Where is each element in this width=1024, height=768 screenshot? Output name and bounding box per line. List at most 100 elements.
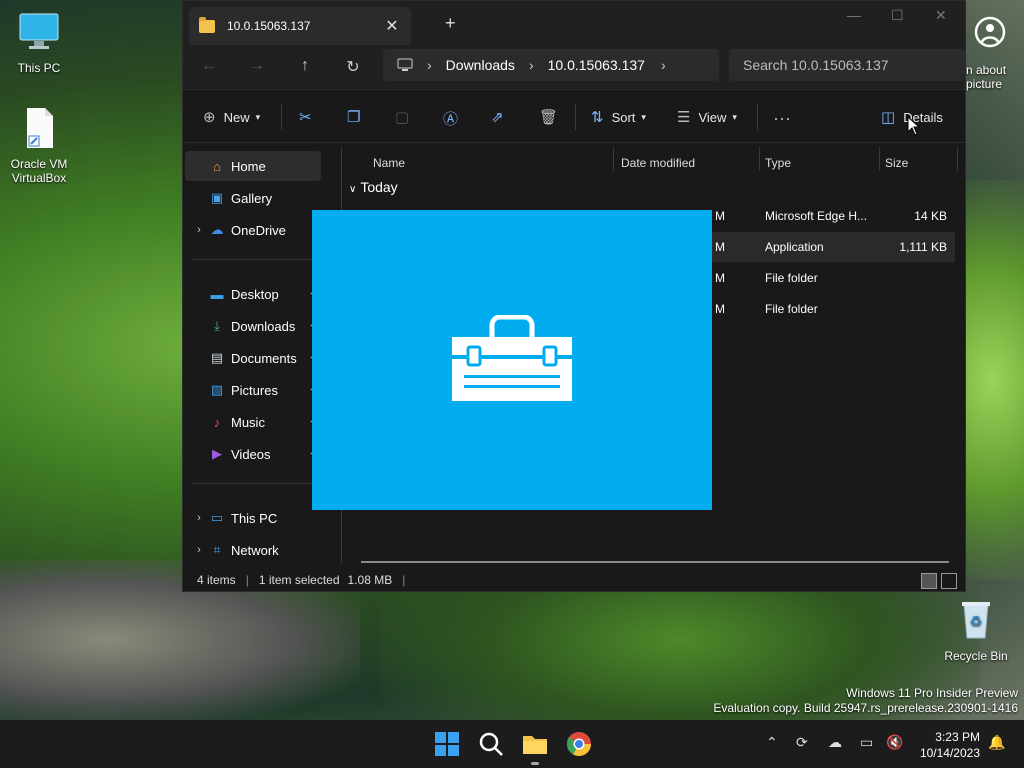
paste-button[interactable]: ▢ [395,108,417,126]
desktop-icon-label: This PC [17,61,61,75]
system-clock[interactable]: 3:23 PM 10/14/2023 [920,729,980,761]
tiles-view-button[interactable] [941,573,957,589]
expand-chevron-icon[interactable]: › [189,512,209,524]
rename-button[interactable]: Ⓐ [443,108,466,129]
refresh-button[interactable]: ↻ [341,57,365,77]
cell-date: M [715,240,725,254]
gallery-icon: ▣ [210,190,224,205]
address-bar[interactable]: › Downloads › 10.0.15063.137 › [383,49,719,81]
nav-item-downloads[interactable]: ⤓ Downloads✦ [185,311,321,341]
nav-label: Downloads [231,318,296,334]
windows-start-icon[interactable] [433,730,461,758]
home-icon: ⌂ [213,158,221,174]
desktop-icon-label: Oracle VM VirtualBox [10,157,68,185]
cell-date: M [715,271,725,285]
back-button[interactable]: ← [197,57,221,75]
chevron-down-icon: ∨ [349,184,357,195]
cell-type: Application [765,240,824,254]
nav-label: Network [231,542,279,558]
search-input[interactable]: Search 10.0.15063.137 [729,49,965,81]
monitor-icon: ▭ [210,510,224,525]
new-tab-button[interactable]: + [445,13,456,34]
sort-button[interactable]: ⇅ Sort ▾ [591,108,646,126]
status-size: 1.08 MB [347,573,393,587]
cell-type: File folder [765,302,818,316]
nav-item-network[interactable]: › ⌗ Network [185,535,321,565]
cell-type: Microsoft Edge H... [765,209,868,223]
view-list-icon: ☰ [677,109,691,126]
maximize-button[interactable]: ☐ [891,7,904,24]
file-explorer-taskbar-icon[interactable] [521,730,549,758]
chevron-right-icon: › [427,57,432,73]
copy-button[interactable]: ❐ [347,108,368,126]
up-button[interactable]: ↑ [293,57,317,75]
column-header-date[interactable]: Date modified [621,151,695,175]
forward-button[interactable]: → [245,57,269,75]
close-tab-icon[interactable]: ✕ [383,16,401,36]
details-view-button[interactable] [921,573,937,589]
status-bar: 4 items | 1 item selected 1.08 MB | [183,569,965,591]
minimize-button[interactable]: — [847,7,861,23]
clock-time: 3:23 PM [935,730,980,744]
nav-item-videos[interactable]: ▶ Videos✦ [185,439,321,469]
expand-chevron-icon[interactable]: › [189,224,209,236]
nav-item-pictures[interactable]: ▨ Pictures✦ [185,375,321,405]
app-splash-screen [312,210,712,510]
document-icon: ▤ [210,350,224,365]
nav-item-home[interactable]: ⌂ Home [185,151,321,181]
column-header-type[interactable]: Type [765,151,791,175]
svg-text:♻: ♻ [970,614,983,630]
chevron-down-icon: ▾ [255,111,261,122]
more-options-button[interactable]: ··· [773,108,799,129]
sync-icon[interactable]: ⟳ [796,734,808,751]
onedrive-tray-icon[interactable]: ☁ [828,734,842,751]
network-tray-icon[interactable]: ▭ [860,734,873,751]
nav-label: Desktop [231,286,279,302]
tab-bar: 10.0.15063.137 ✕ + — ☐ ✕ [183,1,965,49]
network-icon: ⌗ [213,542,221,557]
notification-bell-icon[interactable]: 🔔 [988,734,1005,751]
column-header-size[interactable]: Size [885,151,908,175]
tab-current[interactable]: 10.0.15063.137 ✕ [189,7,411,45]
close-window-button[interactable]: ✕ [935,7,947,24]
nav-item-this-pc[interactable]: › ▭ This PC [185,503,321,533]
nav-label: Videos [231,446,271,462]
desktop-icon-this-pc[interactable]: This PC [3,10,75,75]
nav-item-desktop[interactable]: ▬ Desktop✦ [185,279,321,309]
volume-muted-icon[interactable]: 🔇 [886,734,903,751]
chrome-icon[interactable] [565,730,593,758]
expand-chevron-icon[interactable]: › [189,544,209,556]
cut-button[interactable]: ✂ [299,108,320,126]
desktop-icon-recycle-bin[interactable]: ♻ Recycle Bin [940,598,1012,663]
column-header-name[interactable]: Name [373,151,405,175]
paste-icon: ▢ [395,109,410,126]
new-button[interactable]: ⊕ New ▾ [203,108,260,126]
nav-label: Documents [231,350,297,366]
search-icon[interactable] [477,730,505,758]
desktop-icon-virtualbox[interactable]: Oracle VM VirtualBox [3,106,75,185]
nav-item-documents[interactable]: ▤ Documents✦ [185,343,321,373]
recycle-bin-icon: ♻ [962,602,990,639]
rename-icon: Ⓐ [443,111,459,128]
ellipsis-icon: ··· [773,108,791,128]
share-button[interactable]: ⇗ [491,108,512,126]
breadcrumb-downloads[interactable]: Downloads [446,57,515,73]
breadcrumb-folder[interactable]: 10.0.15063.137 [548,57,645,73]
sort-label: Sort [611,109,636,125]
view-button[interactable]: ☰ View ▾ [677,108,737,126]
cell-date: M [715,302,725,316]
nav-item-onedrive[interactable]: › ☁ OneDrive [185,215,321,245]
horizontal-scrollbar[interactable] [361,561,949,563]
new-label: New [223,109,250,125]
mouse-cursor-icon [907,116,921,136]
nav-label: This PC [231,510,278,526]
chevron-down-icon: ▾ [732,111,737,122]
column-label: Date modified [621,156,696,170]
camera-info-icon [974,16,1006,48]
nav-item-gallery[interactable]: ▣ Gallery [185,183,321,213]
chevron-up-icon[interactable]: ⌃ [766,734,778,751]
delete-button[interactable]: 🗑 [539,108,566,126]
group-header-today[interactable]: ∨ Today [349,179,398,195]
details-pane-icon: ◫ [881,109,896,126]
nav-item-music[interactable]: ♪ Music✦ [185,407,321,437]
